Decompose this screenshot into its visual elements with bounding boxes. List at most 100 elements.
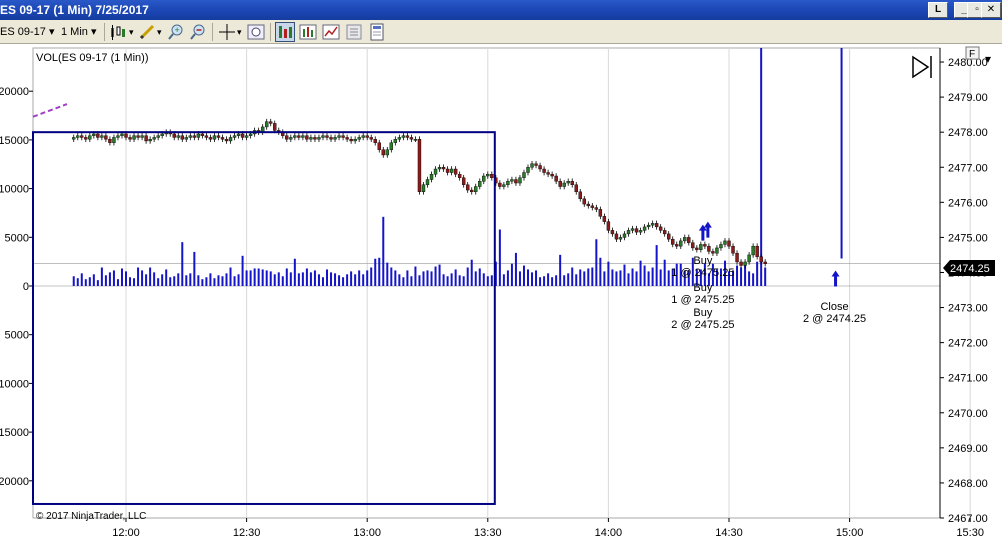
candle-body: [630, 228, 635, 231]
candle-body: [658, 226, 663, 231]
candle-body: [204, 135, 209, 138]
volume-bar: [522, 265, 525, 286]
volume-bar: [285, 268, 288, 286]
candle-body: [425, 179, 430, 185]
candle-body: [72, 137, 76, 140]
candle-body: [265, 121, 269, 128]
candle-body: [626, 230, 631, 235]
volume-bar: [434, 266, 437, 286]
candle-body: [369, 137, 373, 140]
zoom-in-icon[interactable]: +: [166, 22, 186, 42]
volume-bar: [350, 271, 353, 286]
chart-drawings[interactable]: [32, 103, 496, 505]
candle-body: [646, 224, 651, 228]
volume-bar: [418, 275, 421, 286]
candle-body: [120, 133, 124, 136]
volume-bar: [225, 273, 228, 286]
candle-body: [192, 135, 197, 138]
interval-selector[interactable]: 1 Min ▾: [61, 23, 97, 41]
volume-bar: [297, 273, 300, 286]
candle-body: [642, 226, 647, 231]
candle-body: [755, 245, 759, 257]
candle-body: [313, 137, 317, 140]
price-chart[interactable]: 2480.002479.002478.002477.002476.002475.…: [0, 44, 1002, 538]
volume-bar: [647, 271, 650, 286]
volume-bar: [88, 277, 91, 286]
execution-label: Buy: [693, 282, 712, 294]
candle-body: [361, 135, 365, 138]
volume-bar: [518, 271, 521, 286]
chevron-down-icon[interactable]: ▾: [157, 23, 162, 41]
volume-bar: [173, 276, 176, 286]
data-box-icon[interactable]: [367, 22, 387, 42]
close-button[interactable]: ✕: [981, 2, 1001, 18]
candle-body: [530, 163, 534, 168]
volume-bar: [209, 273, 212, 286]
candle-body: [695, 247, 699, 250]
strategies-icon[interactable]: [321, 22, 341, 42]
volume-bar: [563, 275, 566, 286]
trend-line-drawing[interactable]: [32, 103, 68, 118]
zoom-out-icon[interactable]: [188, 22, 208, 42]
candle-body: [220, 137, 225, 140]
volume-bar: [241, 255, 244, 286]
candle-body: [650, 223, 655, 226]
rectangle-drawing[interactable]: [32, 131, 496, 505]
draw-tool-icon[interactable]: [138, 22, 158, 42]
candle-body: [397, 137, 402, 140]
volume-bar: [663, 259, 666, 286]
candle-body: [309, 137, 313, 140]
title-bar[interactable]: ES 09-17 (1 Min) 7/25/2017 L _ ▫ ✕: [0, 0, 1002, 20]
volume-bar: [185, 275, 188, 286]
window-title: ES 09-17 (1 Min) 7/25/2017: [0, 3, 149, 17]
candle-body: [112, 137, 116, 143]
bar-type-icon[interactable]: [108, 22, 128, 42]
volume-bar: [261, 269, 264, 286]
volume-bar: [643, 265, 646, 286]
candle-body: [735, 252, 739, 263]
volume-tick-label: 10000: [0, 184, 29, 196]
chart-trader-icon[interactable]: [275, 22, 295, 42]
volume-bar: [293, 258, 296, 286]
volume-bar: [587, 268, 590, 286]
candle-body: [305, 135, 309, 140]
candle-body: [224, 138, 229, 142]
properties-icon[interactable]: [344, 22, 364, 42]
crosshair-icon[interactable]: [217, 22, 237, 42]
volume-bar: [72, 276, 75, 286]
magnify-icon[interactable]: [246, 22, 266, 42]
volume-bar: [595, 239, 598, 286]
interval-label: 1 Min: [61, 26, 88, 38]
volume-bar: [137, 267, 140, 286]
candle-body: [747, 254, 751, 263]
volume-bar: [165, 269, 168, 286]
volume-bar: [736, 265, 739, 286]
volume-bar: [474, 271, 477, 286]
candle-body: [510, 179, 514, 182]
volume-bar: [104, 275, 107, 286]
instrument-selector[interactable]: ES 09-17 ▾: [0, 23, 54, 41]
volume-bar: [317, 274, 320, 286]
toolbar: ES 09-17 ▾ 1 Min ▾ ▾ ▾ + ▾: [0, 20, 1002, 44]
price-tick-label: 2476.00: [948, 197, 988, 209]
volume-bar: [133, 278, 136, 286]
chevron-down-icon[interactable]: ▾: [237, 23, 242, 41]
volume-bar: [321, 277, 324, 286]
candle-body: [301, 135, 305, 138]
volume-bar: [567, 273, 570, 286]
volume-bar: [466, 267, 469, 286]
candle-body: [466, 184, 470, 191]
indicators-icon[interactable]: [298, 22, 318, 42]
candle-body: [329, 137, 333, 140]
chevron-down-icon[interactable]: ▾: [129, 23, 134, 41]
candle-body: [518, 177, 522, 184]
copyright-label: © 2017 NinjaTrader, LLC: [36, 511, 146, 522]
candle-body: [542, 168, 546, 173]
candle-body: [534, 163, 538, 166]
price-tick-label: 2471.00: [948, 373, 988, 385]
volume-bar: [386, 262, 389, 286]
chevron-down-icon[interactable]: ▾: [985, 52, 991, 66]
restore-small-button[interactable]: L: [928, 2, 948, 18]
jump-to-end-button[interactable]: [912, 55, 932, 79]
candle-body: [248, 133, 253, 136]
